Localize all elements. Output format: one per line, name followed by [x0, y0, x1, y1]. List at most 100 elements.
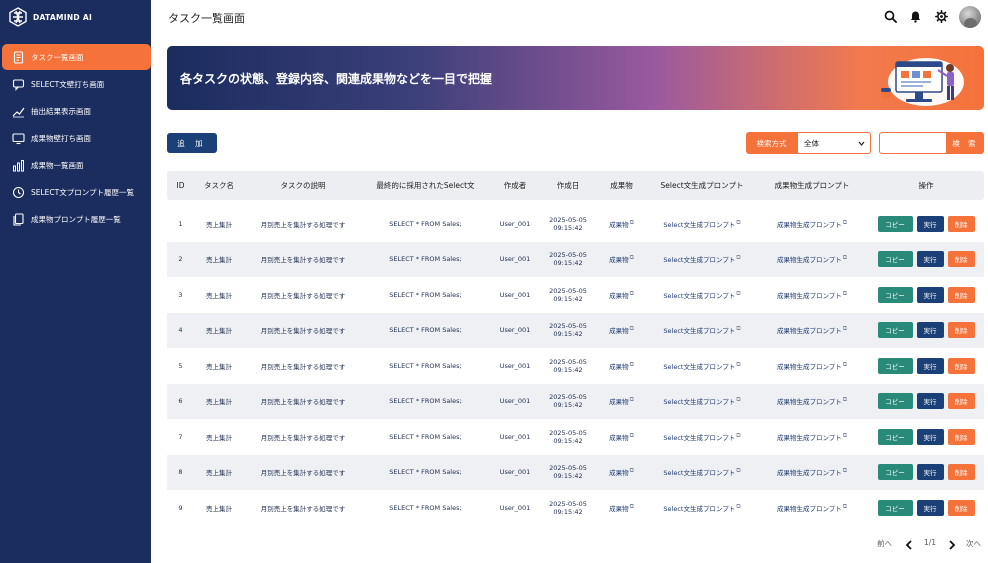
run-button[interactable]: 実行 — [916, 464, 944, 481]
delete-button[interactable]: 削除 — [947, 286, 975, 303]
date-value: 2025-05-05 — [549, 286, 587, 295]
search-icon[interactable] — [884, 10, 897, 23]
next-page-link[interactable]: 次へ — [966, 538, 981, 552]
delete-button[interactable]: 削除 — [947, 322, 975, 339]
select-prompt-link[interactable]: Select文生成プロンプト⧉ — [663, 361, 740, 371]
select-prompt-link[interactable]: Select文生成プロンプト⧉ — [663, 219, 740, 229]
select-prompt-link[interactable]: Select文生成プロンプト⧉ — [663, 254, 740, 264]
chevron-down-icon — [858, 141, 865, 146]
cell-date: 2025-05-05 09:15:42 — [541, 312, 595, 348]
run-button[interactable]: 実行 — [916, 499, 944, 516]
artifact-prompt-link[interactable]: 成果物生成プロンプト⧉ — [777, 254, 847, 264]
artifact-link[interactable]: 成果物⧉ — [609, 254, 634, 264]
copy-button[interactable]: コピー — [877, 428, 913, 445]
delete-button[interactable]: 削除 — [947, 393, 975, 410]
select-prompt-link[interactable]: Select文生成プロンプト⧉ — [663, 467, 740, 477]
delete-button[interactable]: 削除 — [947, 251, 975, 268]
task-table: ID タスク名 タスクの説明 最終的に採用されたSelect文 作成者 作成日 … — [167, 171, 984, 526]
sidebar-item-artifact-chat[interactable]: 成果物壁打ち画面 — [0, 125, 151, 151]
run-button[interactable]: 実行 — [916, 322, 944, 339]
sidebar-item-artifact-history[interactable]: 成果物プロンプト履歴一覧 — [0, 206, 151, 232]
brand[interactable]: DATAMIND AI — [0, 0, 151, 34]
cell-date: 2025-05-05 09:15:42 — [541, 277, 595, 313]
artifact-link[interactable]: 成果物⧉ — [609, 432, 634, 442]
date-value: 2025-05-05 — [549, 322, 587, 331]
copy-button[interactable]: コピー — [877, 357, 913, 374]
artifact-prompt-link[interactable]: 成果物生成プロンプト⧉ — [777, 503, 847, 513]
add-button[interactable]: 追 加 — [167, 133, 217, 153]
artifact-prompt-link[interactable]: 成果物生成プロンプト⧉ — [777, 290, 847, 300]
artifact-prompt-link[interactable]: 成果物生成プロンプト⧉ — [776, 219, 847, 229]
artifact-prompt-link[interactable]: 成果物生成プロンプト⧉ — [777, 325, 847, 335]
sidebar-item-artifacts[interactable]: 成果物一覧画面 — [0, 152, 151, 178]
copy-button[interactable]: コピー — [877, 215, 913, 232]
copy-button[interactable]: コピー — [877, 499, 913, 516]
copy-button[interactable]: コピー — [877, 322, 913, 339]
cell-artifact: 成果物⧉ — [595, 348, 648, 384]
bell-icon[interactable] — [909, 10, 922, 23]
cell-description: 月別売上を集計する処理です — [244, 312, 362, 348]
cell-author: User_001 — [489, 348, 541, 384]
artifact-link[interactable]: 成果物⧉ — [609, 361, 634, 371]
run-button[interactable]: 実行 — [916, 357, 944, 374]
sidebar-item-select-chat[interactable]: SELECT文壁打ち画面 — [0, 71, 151, 97]
search-input[interactable] — [879, 132, 947, 154]
artifact-prompt-link[interactable]: 成果物生成プロンプト⧉ — [777, 361, 847, 371]
select-prompt-link[interactable]: Select文生成プロンプト⧉ — [663, 503, 740, 513]
col-select: 最終的に採用されたSelect文 — [362, 171, 489, 200]
artifact-link[interactable]: 成果物⧉ — [609, 502, 634, 513]
prev-page-link[interactable]: 前へ — [877, 538, 892, 552]
cell-artifact: 成果物⧉ — [595, 454, 648, 490]
select-prompt-link[interactable]: Select文生成プロンプト⧉ — [663, 396, 741, 406]
cell-artifact-prompt: 成果物生成プロンプト⧉ — [756, 277, 868, 313]
sidebar-item-select-history[interactable]: SELECT文プロンプト履歴一覧 — [0, 179, 151, 205]
sidebar-item-results[interactable]: 抽出結果表示画面 — [0, 98, 151, 124]
copy-button[interactable]: コピー — [877, 251, 913, 268]
cell-task-name: 売上集計 — [194, 383, 244, 419]
copy-button[interactable]: コピー — [877, 286, 913, 303]
artifact-prompt-link[interactable]: 成果物生成プロンプト⧉ — [777, 432, 847, 442]
delete-button[interactable]: 削除 — [947, 428, 975, 445]
artifact-prompt-link[interactable]: 成果物生成プロンプト⧉ — [777, 467, 847, 477]
artifact-prompt-link[interactable]: 成果物生成プロンプト⧉ — [777, 396, 847, 406]
delete-button[interactable]: 削除 — [947, 357, 975, 374]
search-method-select[interactable]: 全体 — [797, 132, 871, 154]
row-actions: コピー 実行 削除 — [868, 428, 984, 445]
artifact-link-label: 成果物 — [609, 291, 629, 300]
document-icon — [12, 50, 25, 64]
cell-select-prompt: Select文生成プロンプト⧉ — [648, 348, 756, 384]
run-button[interactable]: 実行 — [916, 215, 944, 232]
delete-button[interactable]: 削除 — [947, 215, 975, 232]
select-prompt-link[interactable]: Select文生成プロンプト⧉ — [663, 325, 740, 335]
artifact-link-label: 成果物 — [609, 362, 629, 371]
copy-button[interactable]: コピー — [877, 464, 913, 481]
artifact-link[interactable]: 成果物⧉ — [609, 219, 634, 229]
run-button[interactable]: 実行 — [916, 286, 944, 303]
select-prompt-link[interactable]: Select文生成プロンプト⧉ — [663, 432, 740, 442]
gear-icon[interactable] — [935, 10, 948, 23]
search-button[interactable]: 検 索 — [947, 132, 984, 154]
chevron-left-icon[interactable] — [904, 539, 914, 551]
artifact-link[interactable]: 成果物⧉ — [609, 467, 634, 477]
artifact-link[interactable]: 成果物⧉ — [609, 290, 634, 300]
run-button[interactable]: 実行 — [916, 251, 944, 268]
select-prompt-link[interactable]: Select文生成プロンプト⧉ — [663, 290, 740, 300]
artifact-prompt-label: 成果物生成プロンプト — [776, 220, 842, 229]
cell-artifact-prompt: 成果物生成プロンプト⧉ — [756, 241, 868, 277]
delete-button[interactable]: 削除 — [947, 464, 975, 481]
external-link-icon: ⧉ — [629, 502, 634, 510]
run-button[interactable]: 実行 — [916, 428, 944, 445]
time-value: 09:15:42 — [553, 223, 583, 232]
copy-button[interactable]: コピー — [877, 393, 913, 410]
artifact-link[interactable]: 成果物⧉ — [609, 325, 634, 335]
delete-button[interactable]: 削除 — [947, 499, 975, 516]
chevron-right-icon[interactable] — [947, 539, 957, 551]
sidebar-item-tasks[interactable]: タスク一覧画面 — [2, 44, 151, 70]
run-button[interactable]: 実行 — [916, 393, 944, 410]
avatar[interactable] — [959, 6, 981, 28]
select-prompt-label: Select文生成プロンプト — [663, 362, 736, 371]
external-link-icon: ⧉ — [736, 396, 741, 404]
artifact-link[interactable]: 成果物⧉ — [609, 396, 634, 406]
cell-task-name: 売上集計 — [194, 241, 244, 277]
cell-date: 2025-05-05 09:15:42 — [541, 241, 595, 277]
